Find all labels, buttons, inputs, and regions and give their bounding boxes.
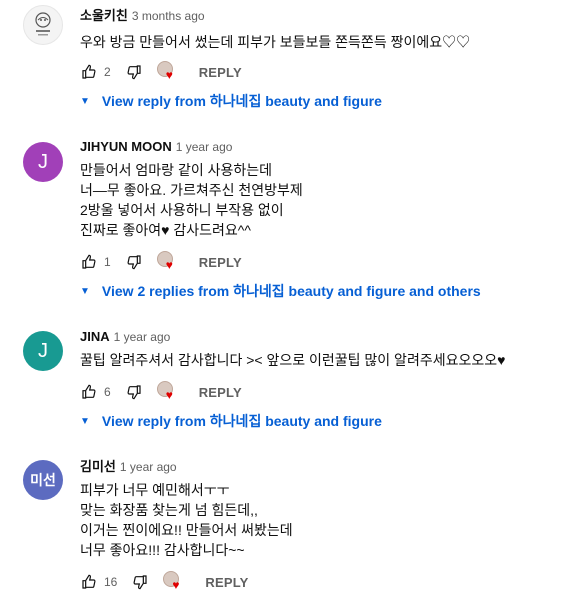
author-name[interactable]: JIHYUN MOON [80, 139, 172, 154]
author-name[interactable]: 소울키친 [80, 8, 128, 23]
comment-time[interactable]: 3 months ago [132, 9, 205, 23]
like-count: 6 [104, 385, 111, 399]
creator-heart-icon: ♥ [163, 571, 185, 593]
caret-down-icon: ▼ [80, 415, 90, 427]
thumb-up-icon[interactable] [80, 253, 98, 271]
comment-time[interactable]: 1 year ago [120, 460, 177, 474]
comment-text: 피부가 너무 예민해서ㅜㅜ 맞는 화장품 찾는게 넘 힘든데,, 이거는 찐이에… [80, 482, 293, 558]
heart-icon: ♥ [172, 578, 180, 592]
view-replies-button[interactable]: ▼ View reply from 하나네집 beauty and figure [80, 411, 382, 431]
comment-header: 김미선 1 year ago [80, 458, 551, 476]
heart-icon: ♥ [165, 388, 173, 402]
author-avatar[interactable]: 미선 [23, 460, 63, 500]
reply-button[interactable]: REPLY [205, 575, 248, 590]
avatar-letter: J [38, 339, 48, 362]
comment-text: 꿀팁 알려주셔서 감사합니다 >< 앞으로 이런꿀팁 많이 알려주세요오오오♥ [80, 352, 506, 368]
comment-header: JIHYUN MOON 1 year ago [80, 138, 551, 156]
caret-down-icon: ▼ [80, 285, 90, 297]
view-replies-button[interactable]: ▼ View 2 replies from 하나네집 beauty and fi… [80, 281, 481, 301]
view-replies-button[interactable]: ▼ View reply from 하나네집 beauty and figure [80, 91, 382, 111]
caret-down-icon: ▼ [80, 95, 90, 107]
kitchen-logo-icon [35, 12, 51, 36]
reply-button[interactable]: REPLY [199, 65, 242, 80]
view-replies-label: View reply from 하나네집 beauty and figure [101, 413, 382, 429]
heart-icon: ♥ [165, 68, 173, 82]
comment-header: 소울키친 3 months ago [80, 7, 551, 25]
comment-text: 우와 방금 만들어서 썼는데 피부가 보들보들 쫀득쫀득 짱이에요♡♡ [80, 34, 471, 50]
heart-icon: ♥ [165, 258, 173, 272]
comment-time[interactable]: 1 year ago [114, 330, 171, 344]
comment-header: JINA 1 year ago [80, 328, 551, 346]
comment-time[interactable]: 1 year ago [176, 140, 233, 154]
thumb-up-icon[interactable] [80, 573, 98, 591]
thumb-down-icon[interactable] [125, 383, 143, 401]
comment-text: 만들어서 엄마랑 같이 사용하는데 너—무 좋아요. 가르쳐주신 천연방부제 2… [80, 162, 303, 238]
creator-heart-icon: ♥ [156, 251, 179, 273]
creator-heart-icon: ♥ [156, 381, 179, 403]
like-count: 2 [104, 65, 111, 79]
view-replies-label: View reply from 하나네집 beauty and figure [101, 93, 382, 109]
creator-heart-icon: ♥ [156, 61, 179, 83]
thumb-up-icon[interactable] [80, 63, 98, 81]
view-replies-label: View 2 replies from 하나네집 beauty and figu… [101, 283, 481, 299]
thumb-down-icon[interactable] [125, 63, 143, 81]
comment-actions: 16 ♥ REPLY [80, 570, 249, 594]
author-avatar[interactable]: J [23, 331, 63, 371]
author-avatar[interactable] [23, 5, 63, 45]
reply-button[interactable]: REPLY [199, 255, 242, 270]
author-avatar[interactable]: J [23, 142, 63, 182]
thumb-down-icon[interactable] [131, 573, 149, 591]
thumb-up-icon[interactable] [80, 383, 98, 401]
like-count: 16 [104, 575, 118, 589]
avatar-initials: 미선 [30, 472, 56, 488]
comment-actions: 6 ♥ REPLY [80, 380, 242, 404]
comment-actions: 2 ♥ REPLY [80, 60, 242, 84]
avatar-letter: J [38, 150, 48, 173]
comment-actions: 1 ♥ REPLY [80, 250, 242, 274]
author-name[interactable]: JINA [80, 329, 110, 344]
reply-button[interactable]: REPLY [199, 385, 242, 400]
thumb-down-icon[interactable] [125, 253, 143, 271]
author-name[interactable]: 김미선 [80, 459, 116, 474]
like-count: 1 [104, 255, 111, 269]
